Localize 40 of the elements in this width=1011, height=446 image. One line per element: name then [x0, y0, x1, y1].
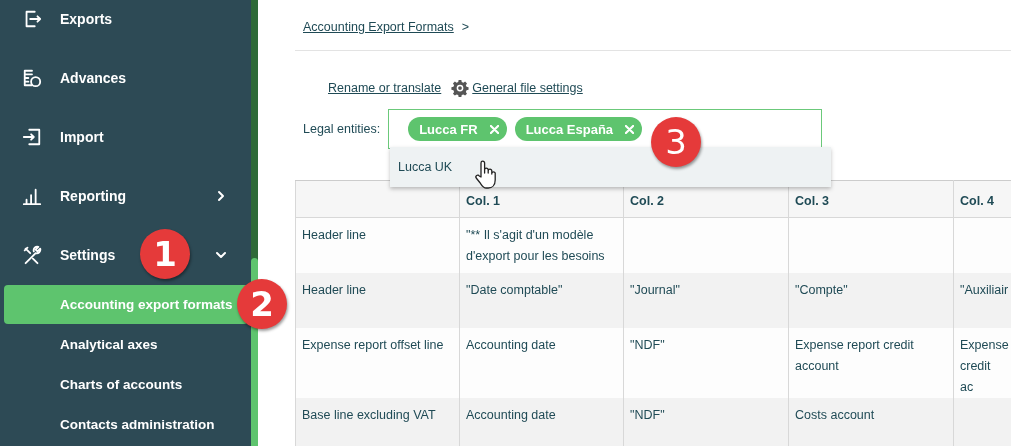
table-cell: "NDF"	[623, 397, 789, 446]
sidebar-item[interactable]: Exports	[0, 0, 251, 48]
table-cell: Accounting date	[459, 327, 624, 398]
table-cell: Expense report offset line	[295, 327, 460, 398]
sidebar-subitem[interactable]: Contacts administration	[4, 404, 248, 444]
action-link[interactable]: General file settings	[451, 79, 583, 97]
entity-tag: Lucca España	[514, 117, 643, 141]
step-badge: 2	[237, 279, 287, 329]
remove-icon[interactable]	[489, 124, 499, 134]
table-cell: "NDF"	[623, 327, 789, 398]
table-cell: Costs account	[788, 397, 954, 446]
gear-icon	[451, 79, 470, 97]
remove-icon[interactable]	[625, 124, 635, 134]
step-badge: 1	[140, 229, 190, 279]
table-cell: "Compte"	[788, 272, 954, 328]
tools-icon	[22, 244, 42, 265]
entity-tag: Lucca FR	[408, 117, 507, 141]
table-cell: "Journal"	[623, 272, 789, 328]
table-cell: Accounting date	[459, 397, 624, 446]
column-header: Col. 3	[788, 180, 954, 218]
table-cell: "Date comptable"	[459, 272, 624, 328]
field-label: Legal entities:	[303, 122, 381, 136]
sidebar-item[interactable]: Advances	[0, 48, 251, 107]
table-cell: Expense report credit account	[788, 327, 954, 398]
sidebar-item[interactable]: Reporting	[0, 166, 251, 225]
breadcrumb-separator: >	[461, 20, 470, 36]
table-cell: Base line excluding VAT	[295, 397, 460, 446]
table-cell: "Auxiliair	[953, 272, 1011, 328]
breadcrumb-link[interactable]: Accounting Export Formats	[303, 20, 454, 50]
table-cell: Expense credit ac	[953, 327, 1011, 398]
table-cell: Header line	[295, 217, 460, 273]
action-link[interactable]: Rename or translate	[328, 81, 442, 95]
column-header: Col. 4	[953, 180, 1011, 218]
table-cell: "** Il s'agit d'un modèle d'export pour les besoins	[459, 217, 624, 273]
document-arrow-icon	[22, 126, 42, 147]
table-cell: Header line	[295, 272, 460, 328]
sidebar-item[interactable]: Import	[0, 107, 251, 166]
sidebar-subitem[interactable]: Charts of accounts	[4, 364, 248, 404]
step-badge: 3	[651, 117, 701, 167]
list-coin-icon	[22, 67, 42, 88]
